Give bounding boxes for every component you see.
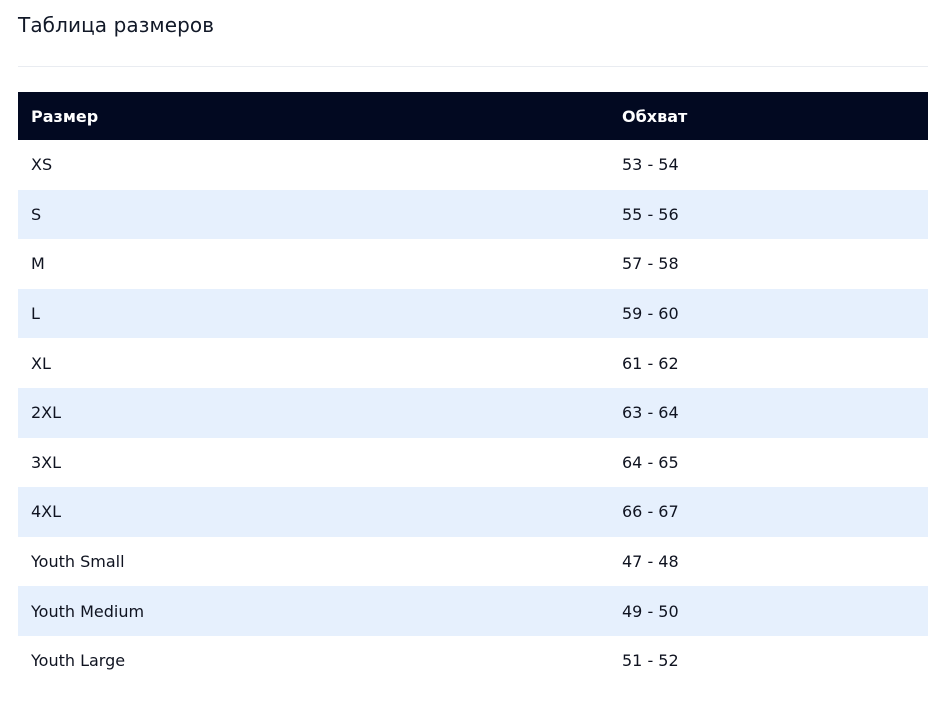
table-row: 2XL 63 - 64 [18,387,928,438]
table-row: S 55 - 56 [18,189,928,240]
table-row: Youth Small 47 - 48 [18,537,928,587]
size-cell: 3XL [31,452,62,472]
table-row: Youth Large 51 - 52 [18,636,928,686]
table-header-row: Размер Обхват [18,92,928,140]
size-table: Размер Обхват XS 53 - 54 S 55 - 56 M 57 … [18,92,928,686]
size-cell: 2XL [18,387,609,438]
size-cell: 4XL [18,487,609,537]
size-cell: Youth Large [31,651,126,671]
size-cell: Youth Medium [18,586,609,636]
column-header-girth: Обхват [609,92,928,140]
page-title: Таблица размеров [18,13,215,37]
girth-cell: 59 - 60 [609,288,928,339]
size-cell: Youth Small [31,552,125,572]
table-row: M 57 - 58 [18,239,928,289]
girth-cell: 51 - 52 [622,651,679,671]
table-row: XS 53 - 54 [18,140,928,190]
size-cell: S [18,189,609,240]
girth-cell: 53 - 54 [622,155,679,175]
girth-cell: 64 - 65 [622,452,679,472]
table-row: L 59 - 60 [18,288,928,339]
size-cell: XL [31,353,51,373]
table-row: 3XL 64 - 65 [18,438,928,488]
title-divider [18,66,928,67]
girth-cell: 63 - 64 [609,387,928,438]
girth-cell: 57 - 58 [622,254,679,274]
table-row: 4XL 66 - 67 [18,487,928,537]
girth-cell: 55 - 56 [609,189,928,240]
girth-cell: 47 - 48 [622,552,679,572]
size-chart-page: Таблица размеров Размер Обхват XS 53 - 5… [0,0,928,704]
size-cell: L [18,288,609,339]
girth-cell: 49 - 50 [609,586,928,636]
size-cell: XS [31,155,53,175]
column-header-size: Размер [18,92,609,140]
table-row: XL 61 - 62 [18,338,928,388]
girth-cell: 61 - 62 [622,353,679,373]
girth-cell: 66 - 67 [609,487,928,537]
size-cell: M [31,254,45,274]
table-row: Youth Medium 49 - 50 [18,586,928,636]
